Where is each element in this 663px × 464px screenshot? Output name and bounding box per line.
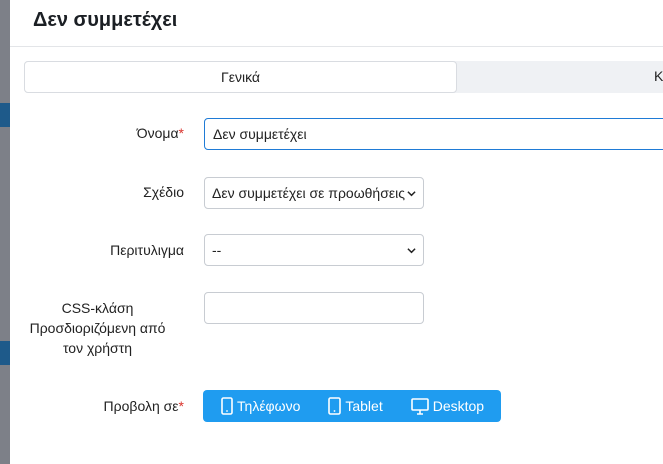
design-select[interactable]: Δεν συμμετέχει σε προωθήσεις bbox=[204, 177, 424, 209]
chevron-down-icon bbox=[407, 191, 416, 197]
display-phone-label: Τηλέφωνο bbox=[237, 398, 301, 414]
wrapper-select[interactable]: -- bbox=[204, 234, 424, 266]
design-select-value: Δεν συμμετέχει σε προωθήσεις bbox=[212, 185, 405, 201]
css-class-label-line3: τον χρήστη bbox=[62, 340, 133, 356]
name-input[interactable] bbox=[204, 118, 663, 150]
phone-icon bbox=[221, 397, 233, 415]
tab-general[interactable]: Γενικά bbox=[24, 61, 457, 93]
required-mark: * bbox=[178, 125, 184, 141]
tab-second[interactable]: Κ bbox=[654, 61, 663, 93]
css-class-label: CSS-κλάση Προσδιοριζόμενη από τον χρήστη bbox=[10, 298, 185, 358]
required-mark: * bbox=[178, 398, 184, 414]
display-on-label: Προβολη σε* bbox=[10, 396, 184, 416]
chevron-down-icon bbox=[407, 248, 416, 254]
wrapper-select-value: -- bbox=[212, 242, 222, 258]
modal-title: Δεν συμμετέχει bbox=[33, 9, 178, 31]
modal-header: Δεν συμμετέχει bbox=[10, 0, 663, 47]
wrapper-label: Περιτυλιγμα bbox=[110, 242, 184, 258]
desktop-icon bbox=[410, 397, 429, 415]
display-tablet-label: Tablet bbox=[345, 398, 383, 414]
display-desktop-button[interactable]: Desktop bbox=[389, 390, 490, 422]
css-class-label-line2: Προσδιοριζόμενη από bbox=[29, 320, 166, 336]
css-class-input[interactable] bbox=[204, 292, 424, 324]
name-label-text: Όνομα bbox=[136, 125, 179, 141]
modal-dialog: Δεν συμμετέχει Γενικά Κ Όνομα* Σχέδιο Δε… bbox=[10, 0, 663, 464]
tablet-icon bbox=[328, 397, 342, 415]
display-tablet-button[interactable]: Tablet bbox=[306, 390, 388, 422]
design-label: Σχέδιο bbox=[143, 184, 184, 200]
tab-bar: Γενικά Κ bbox=[24, 61, 663, 93]
display-desktop-label: Desktop bbox=[432, 398, 485, 414]
name-label: Όνομα* bbox=[10, 123, 184, 143]
display-on-label-text: Προβολη σε bbox=[103, 398, 179, 414]
display-phone-button[interactable]: Τηλέφωνο bbox=[203, 390, 306, 422]
css-class-label-line1: CSS-κλάση bbox=[61, 300, 134, 316]
display-on-button-group: Τηλέφωνο Tablet Desktop bbox=[203, 390, 501, 422]
